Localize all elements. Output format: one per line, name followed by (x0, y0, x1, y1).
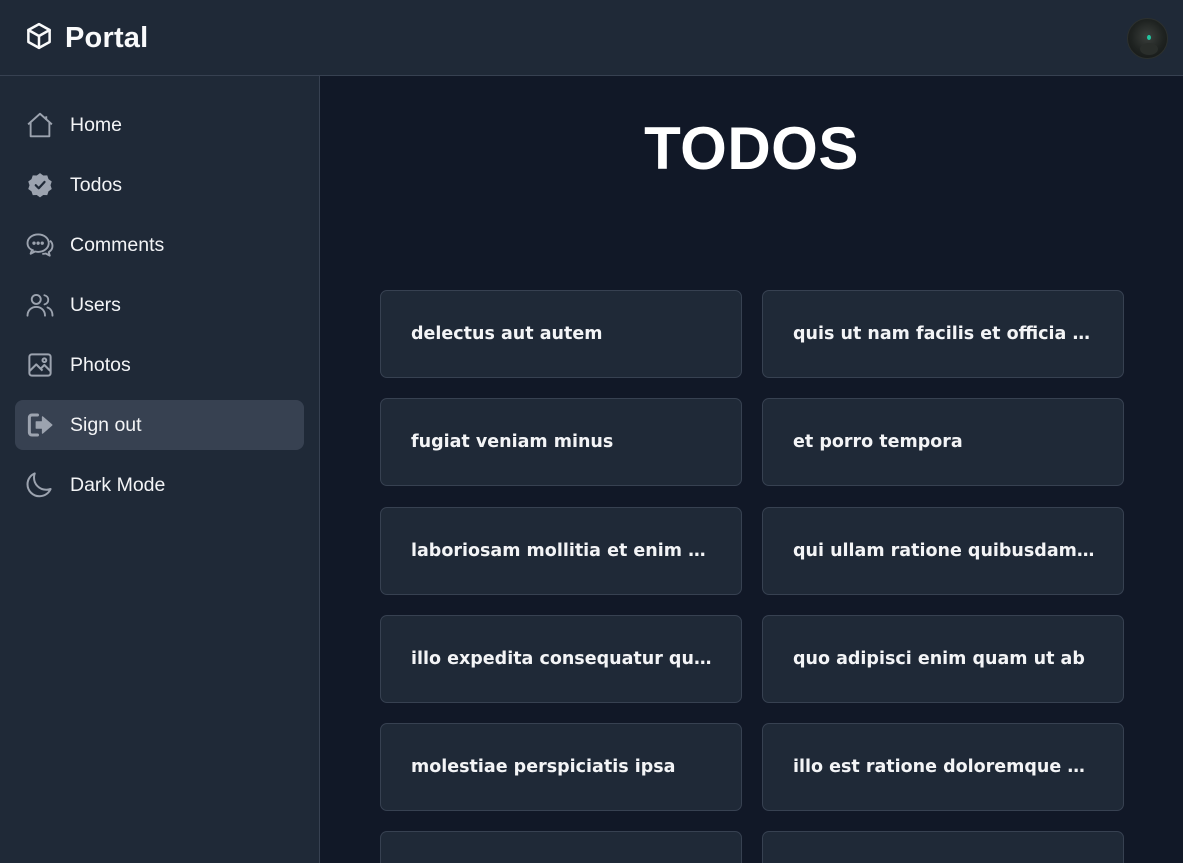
todo-title: fugiat veniam minus (411, 432, 614, 452)
todo-card[interactable]: et porro tempora (762, 398, 1124, 486)
sidebar-item-users[interactable]: Users (15, 280, 304, 330)
todo-card[interactable]: qui ullam ratione quibusdam voluptatem q… (762, 507, 1124, 595)
todo-card[interactable] (380, 831, 742, 863)
todo-card[interactable]: delectus aut autem (380, 290, 742, 378)
sidebar-item-dark-mode[interactable]: Dark Mode (15, 460, 304, 510)
sidebar-item-label: Todos (70, 173, 123, 196)
todo-card[interactable]: quis ut nam facilis et officia qui (762, 290, 1124, 378)
todo-title: quis ut nam facilis et officia qui (793, 324, 1095, 344)
todo-title: laboriosam mollitia et enim quasi adipis… (411, 541, 713, 561)
sidebar-item-label: Comments (70, 233, 165, 256)
brand-name: Portal (65, 21, 149, 54)
todo-title: illo expedita consequatur quia in (411, 649, 713, 669)
todo-title: illo est ratione doloremque quia maiores… (793, 757, 1095, 777)
sidebar-item-label: Home (70, 113, 123, 136)
page-title: TODOS (644, 115, 859, 182)
todo-title: quo adipisci enim quam ut ab (793, 649, 1085, 669)
cube-icon (24, 21, 54, 56)
todo-card[interactable]: illo expedita consequatur quia in (380, 615, 742, 703)
sidebar-item-photos[interactable]: Photos (15, 340, 304, 390)
sidebar-item-label: Dark Mode (70, 473, 166, 496)
todo-title: delectus aut autem (411, 324, 603, 344)
photo-icon (25, 350, 55, 380)
sidebar: Home Todos Comments Users Photos Sign ou… (0, 76, 320, 863)
avatar[interactable] (1127, 18, 1168, 59)
sidebar-item-todos[interactable]: Todos (15, 160, 304, 210)
check-badge-icon (25, 170, 55, 200)
brand-logo-link[interactable]: Portal (24, 18, 148, 58)
users-icon (25, 290, 55, 320)
todo-card[interactable]: quo adipisci enim quam ut ab (762, 615, 1124, 703)
top-bar: Portal (0, 0, 1183, 76)
sidebar-item-label: Sign out (70, 413, 142, 436)
sign-out-icon (25, 410, 55, 440)
sidebar-item-sign-out[interactable]: Sign out (15, 400, 304, 450)
todo-card[interactable]: illo est ratione doloremque quia maiores… (762, 723, 1124, 811)
todo-title: molestiae perspiciatis ipsa (411, 757, 676, 777)
todo-title: qui ullam ratione quibusdam voluptatem q… (793, 541, 1095, 561)
todo-card[interactable] (762, 831, 1124, 863)
main-content: TODOS delectus aut autem quis ut nam fac… (320, 76, 1183, 863)
sidebar-item-label: Users (70, 293, 121, 316)
todo-title: et porro tempora (793, 432, 963, 452)
sidebar-item-label: Photos (70, 353, 131, 376)
chat-bubbles-icon (25, 230, 55, 260)
todo-card[interactable]: laboriosam mollitia et enim quasi adipis… (380, 507, 742, 595)
todo-card[interactable]: molestiae perspiciatis ipsa (380, 723, 742, 811)
sidebar-item-comments[interactable]: Comments (15, 220, 304, 270)
sidebar-item-home[interactable]: Home (15, 100, 304, 150)
moon-icon (25, 470, 55, 500)
todo-card[interactable]: fugiat veniam minus (380, 398, 742, 486)
home-icon (25, 110, 55, 140)
